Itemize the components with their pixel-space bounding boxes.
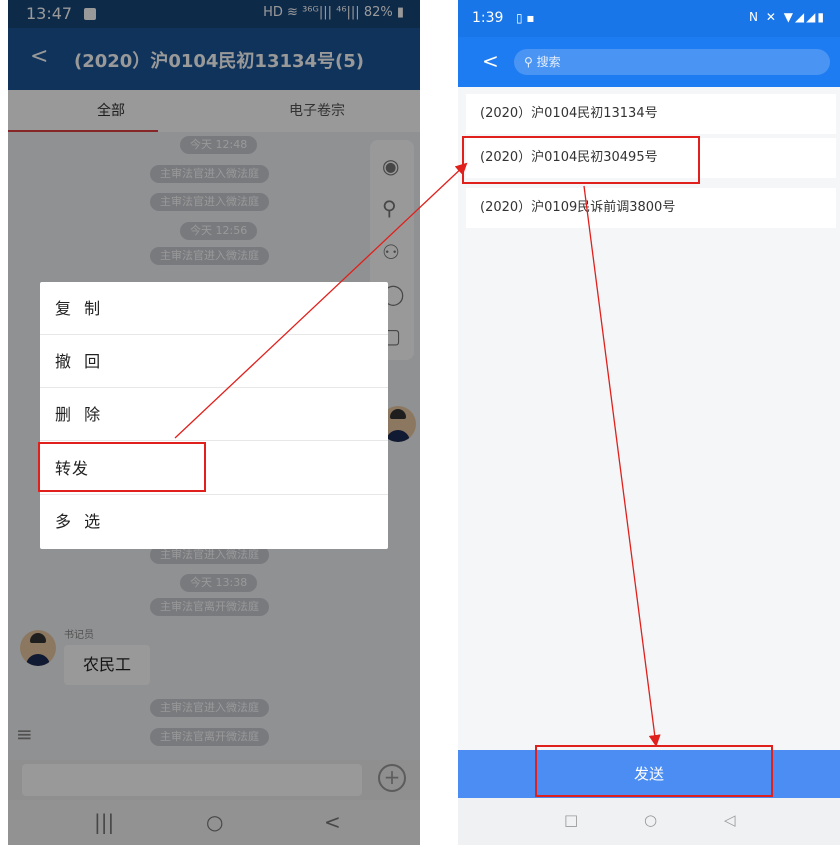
menu-item-multi-select[interactable]: 多 选 xyxy=(40,495,388,548)
right-status-bar: 1:39 ▯ ▪ N ✕ ▼◢◢▮ xyxy=(458,0,840,37)
recent-apps-icon[interactable]: □ xyxy=(564,811,578,829)
search-placeholder: 搜索 xyxy=(536,55,561,69)
case-item-13134[interactable]: (2020）沪0104民初13134号 xyxy=(466,94,836,134)
right-phone-screen: 1:39 ▯ ▪ N ✕ ▼◢◢▮ < ⚲ 搜索 (2020）沪0104民初13… xyxy=(458,0,840,845)
right-nav-bar: □ ○ ◁ xyxy=(458,798,840,845)
search-icon: ⚲ xyxy=(524,55,537,69)
status-icons: ▯ ▪ xyxy=(516,11,535,25)
menu-item-forward[interactable]: 转发 xyxy=(40,442,388,495)
menu-item-recall[interactable]: 撤 回 xyxy=(40,335,388,388)
left-phone-screen: 13:47 HD ≋ ³⁶ᴳ||| ⁴⁶||| 82% ▮ < (2020）沪0… xyxy=(8,0,420,845)
context-menu: 复 制 撤 回 删 除 转发 多 选 xyxy=(40,282,388,549)
home-icon[interactable]: ○ xyxy=(644,811,657,829)
right-status-time: 1:39 xyxy=(472,10,504,26)
menu-item-copy[interactable]: 复 制 xyxy=(40,282,388,335)
case-item-3800[interactable]: (2020）沪0109民诉前调3800号 xyxy=(466,188,836,228)
search-input[interactable]: ⚲ 搜索 xyxy=(514,49,830,75)
back-icon[interactable]: < xyxy=(482,49,499,73)
send-button[interactable]: 发送 xyxy=(458,750,840,798)
right-status-signal: N ✕ ▼◢◢▮ xyxy=(749,10,826,24)
back-nav-icon[interactable]: ◁ xyxy=(724,811,736,829)
case-item-30495[interactable]: (2020）沪0104民初30495号 xyxy=(466,138,836,178)
menu-item-delete[interactable]: 删 除 xyxy=(40,388,388,441)
